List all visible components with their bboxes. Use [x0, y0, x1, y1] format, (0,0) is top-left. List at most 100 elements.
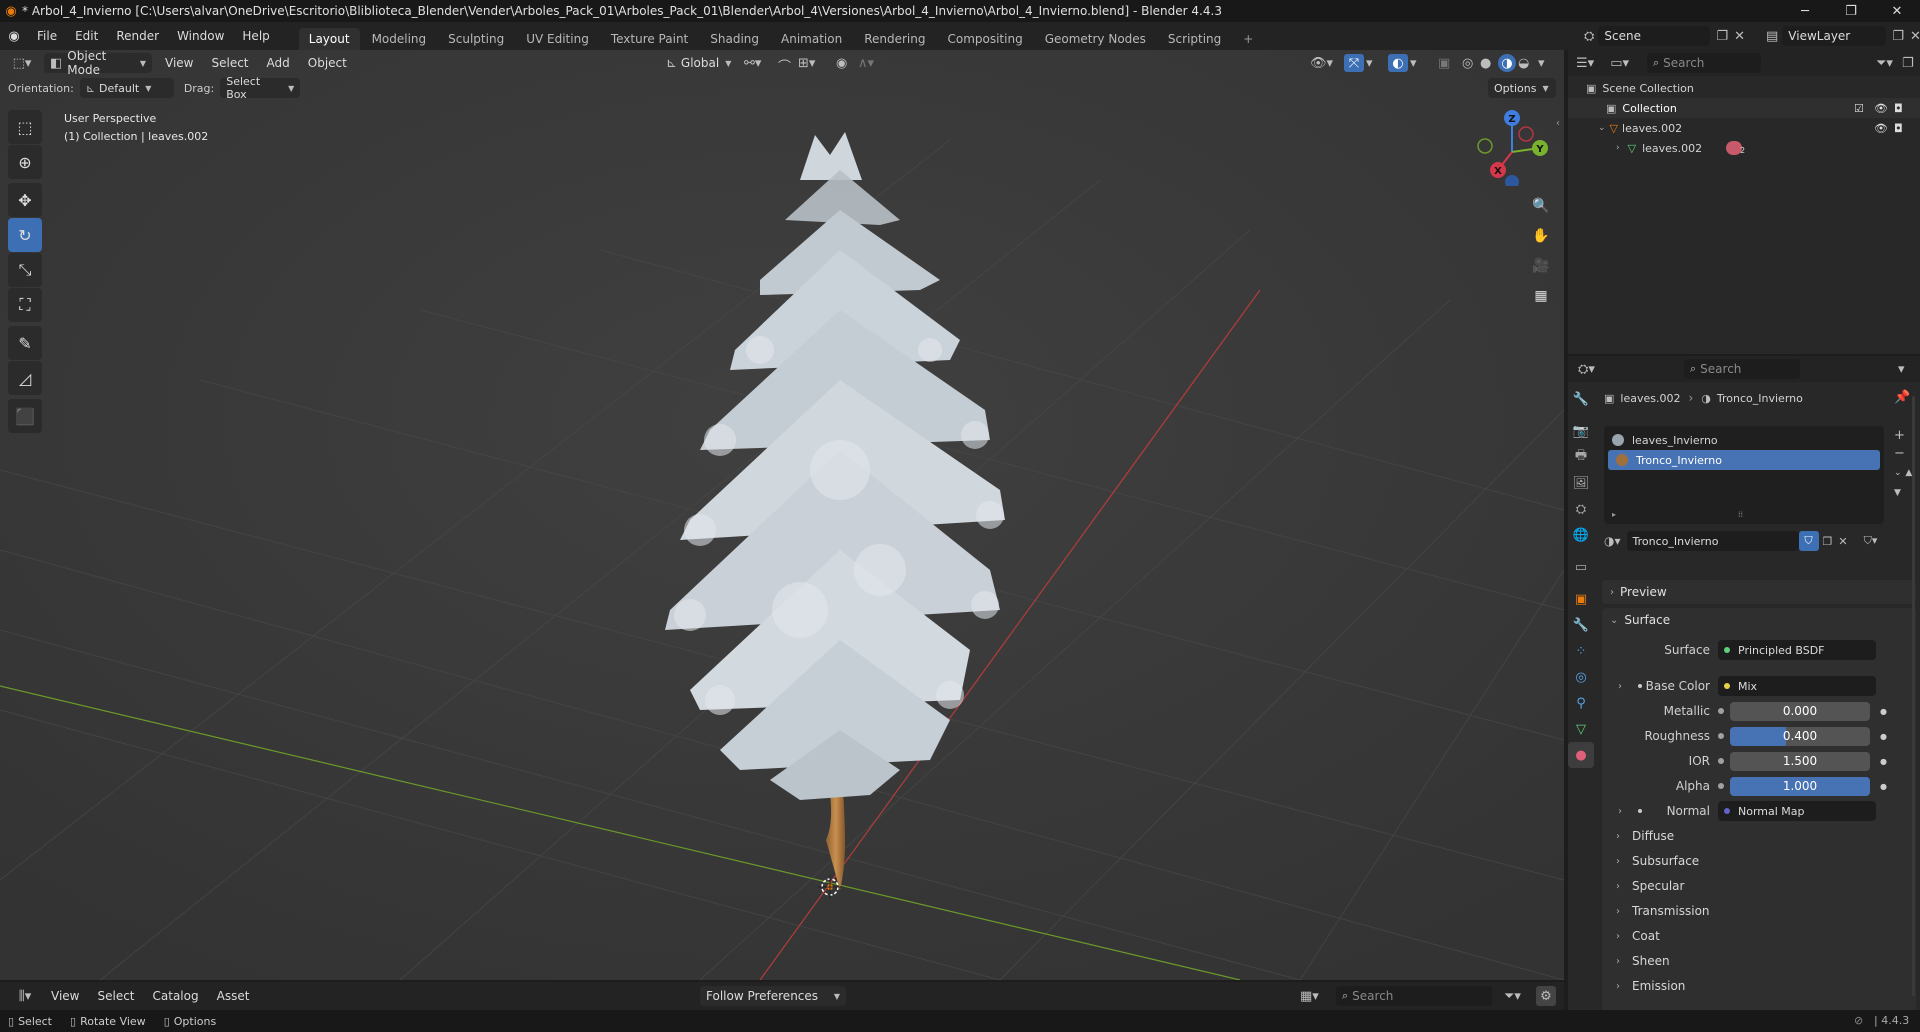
- pivot-point-icon[interactable]: ⚯▾: [744, 56, 761, 71]
- properties-editor-icon[interactable]: ⛭▾: [1578, 362, 1595, 377]
- tab-texture-paint[interactable]: Texture Paint: [601, 28, 698, 50]
- outliner-row-leaves-object[interactable]: ⌄ ▽ leaves.002 👁 ◘: [1568, 118, 1920, 138]
- surface-panel-header[interactable]: ⌄ Surface: [1602, 608, 1916, 632]
- metallic-slider[interactable]: 0.000: [1730, 701, 1870, 721]
- transform-orientation-dropdown[interactable]: ⊾ Global ▼: [660, 53, 734, 73]
- snap-target-icon[interactable]: ⊞▾: [798, 56, 815, 71]
- tab-scripting[interactable]: Scripting: [1158, 28, 1231, 50]
- asset-menu-catalog[interactable]: Catalog: [144, 989, 208, 1003]
- outliner-editor-icon[interactable]: ☰▾: [1576, 56, 1594, 71]
- base-color-field[interactable]: Mix: [1718, 676, 1876, 696]
- asset-menu-asset[interactable]: Asset: [208, 989, 259, 1003]
- add-slot-icon[interactable]: +: [1894, 426, 1905, 444]
- remove-slot-icon[interactable]: −: [1894, 444, 1905, 462]
- viewlayer-field[interactable]: ViewLayer: [1782, 26, 1887, 46]
- menu-file[interactable]: File: [28, 29, 66, 43]
- material-browse-icon[interactable]: ◑▾: [1604, 534, 1621, 548]
- object-tab-icon[interactable]: ▣: [1568, 586, 1594, 612]
- visibility-icon[interactable]: 👁▾: [1310, 56, 1333, 71]
- sheen-subpanel[interactable]: › Sheen: [1616, 950, 1670, 972]
- rotate-tool[interactable]: ↻: [8, 218, 42, 252]
- options-dropdown[interactable]: Options ▼: [1488, 78, 1556, 98]
- viewlayer-icon[interactable]: ▤: [1766, 29, 1778, 44]
- exclude-checkbox[interactable]: ☑: [1854, 102, 1864, 115]
- normal-field[interactable]: Normal Map: [1718, 801, 1876, 821]
- blender-menu-icon[interactable]: ◉: [0, 29, 28, 44]
- menu-render[interactable]: Render: [107, 29, 168, 43]
- visibility-eye-icon[interactable]: 👁: [1874, 102, 1888, 115]
- material-shading-icon[interactable]: ◑: [1498, 54, 1516, 72]
- shading-dropdown-icon[interactable]: ▾: [1538, 56, 1545, 71]
- filter-icon[interactable]: ⏷▾: [1504, 989, 1521, 1004]
- material-slot-item-selected[interactable]: Tronco_Invierno: [1608, 450, 1880, 470]
- new-collection-icon[interactable]: ❐: [1902, 56, 1914, 71]
- move-tool[interactable]: ✥: [8, 183, 42, 217]
- transform-tool[interactable]: ⛶: [8, 288, 42, 322]
- scene-tab-icon[interactable]: ⛭: [1568, 496, 1594, 522]
- viewport-menu-view[interactable]: View: [156, 56, 202, 70]
- filter-icon[interactable]: ⏷▾: [1876, 56, 1893, 71]
- overlays-dropdown-icon[interactable]: ▾: [1410, 56, 1417, 71]
- coat-subpanel[interactable]: › Coat: [1616, 925, 1660, 947]
- tab-animation[interactable]: Animation: [771, 28, 852, 50]
- keyframe-dot-icon[interactable]: ●: [1880, 707, 1887, 716]
- close-button[interactable]: ✕: [1874, 0, 1920, 22]
- visibility-eye-icon[interactable]: 👁: [1874, 122, 1888, 135]
- slot-menu-icon[interactable]: ⌄: [1894, 462, 1902, 484]
- emission-subpanel[interactable]: › Emission: [1616, 975, 1685, 997]
- perspective-toggle-icon[interactable]: ▦: [1527, 282, 1555, 310]
- viewport-menu-object[interactable]: Object: [299, 56, 356, 70]
- navigation-gizmo[interactable]: Z Y X: [1470, 106, 1550, 186]
- sidebar-toggle-icon[interactable]: ‹: [1556, 118, 1560, 129]
- display-mode-icon[interactable]: ▭▾: [1610, 56, 1629, 71]
- ior-field[interactable]: 1.500: [1730, 751, 1870, 771]
- proportional-edit-icon[interactable]: ◉: [836, 56, 847, 71]
- menu-edit[interactable]: Edit: [66, 29, 107, 43]
- alpha-slider[interactable]: 1.000: [1730, 776, 1870, 796]
- gizmo-dropdown-icon[interactable]: ▾: [1366, 56, 1373, 71]
- outliner-row-scene-collection[interactable]: ▣ Scene Collection: [1586, 78, 1694, 98]
- delete-scene-icon[interactable]: ✕: [1734, 29, 1745, 44]
- chevron-right-icon[interactable]: ›: [1618, 681, 1622, 692]
- new-viewlayer-icon[interactable]: ❐: [1892, 29, 1904, 44]
- render-camera-icon[interactable]: ◘: [1894, 122, 1903, 135]
- cursor-tool[interactable]: ⊕: [8, 145, 42, 179]
- add-workspace-button[interactable]: +: [1233, 28, 1263, 50]
- output-tab-icon[interactable]: 🖶: [1568, 444, 1594, 470]
- fake-user-icon[interactable]: ⛉: [1798, 531, 1819, 551]
- rendered-shading-icon[interactable]: ◒: [1518, 56, 1529, 71]
- view-layer-tab-icon[interactable]: 🖼: [1568, 470, 1594, 496]
- tab-shading[interactable]: Shading: [700, 28, 769, 50]
- pan-hand-icon[interactable]: ✋: [1527, 222, 1555, 250]
- wireframe-shading-icon[interactable]: ◎: [1462, 56, 1473, 71]
- properties-search-input[interactable]: ⌕ Search: [1684, 359, 1800, 379]
- material-name-field[interactable]: Tronco_Invierno: [1626, 531, 1799, 551]
- duplicate-material-icon[interactable]: ❐: [1823, 535, 1833, 548]
- asset-menu-view[interactable]: View: [42, 989, 88, 1003]
- properties-options-icon[interactable]: ▾: [1898, 362, 1905, 377]
- orientation-dropdown[interactable]: ⊾ Default ▼: [79, 78, 174, 98]
- asset-library-dropdown[interactable]: Follow Preferences ▼: [700, 986, 846, 1006]
- keyframe-dot-icon[interactable]: ●: [1880, 782, 1887, 791]
- annotate-tool[interactable]: ✎: [8, 326, 42, 360]
- outliner-row-leaves-mesh[interactable]: › ▽ leaves.002 2: [1568, 138, 1920, 158]
- 3d-viewport[interactable]: Z Y X: [0, 50, 1564, 980]
- asset-search-input[interactable]: ⌕ Search: [1336, 986, 1492, 1006]
- falloff-icon[interactable]: ∧▾: [858, 56, 874, 71]
- solid-shading-icon[interactable]: ●: [1480, 56, 1491, 71]
- asset-menu-select[interactable]: Select: [88, 989, 143, 1003]
- outliner-search-input[interactable]: ⌕ Search: [1647, 53, 1761, 73]
- maximize-button[interactable]: ❐: [1828, 0, 1874, 22]
- material-slot-item[interactable]: leaves_Invierno: [1604, 430, 1884, 450]
- delete-viewlayer-icon[interactable]: ✕: [1910, 29, 1920, 44]
- scene-field[interactable]: Scene: [1598, 26, 1711, 46]
- viewport-menu-add[interactable]: Add: [258, 56, 299, 70]
- display-mode-icon[interactable]: ▦▾: [1300, 989, 1319, 1004]
- modifiers-tab-icon[interactable]: 🔧: [1568, 612, 1594, 638]
- preview-panel-header[interactable]: › Preview: [1602, 580, 1916, 604]
- tool-tab-icon[interactable]: 🔧: [1568, 386, 1594, 412]
- scale-tool[interactable]: ⤡: [8, 253, 42, 287]
- new-scene-icon[interactable]: ❐: [1716, 29, 1728, 44]
- transmission-subpanel[interactable]: › Transmission: [1616, 900, 1710, 922]
- editor-type-icon[interactable]: ⬚▾: [6, 56, 38, 71]
